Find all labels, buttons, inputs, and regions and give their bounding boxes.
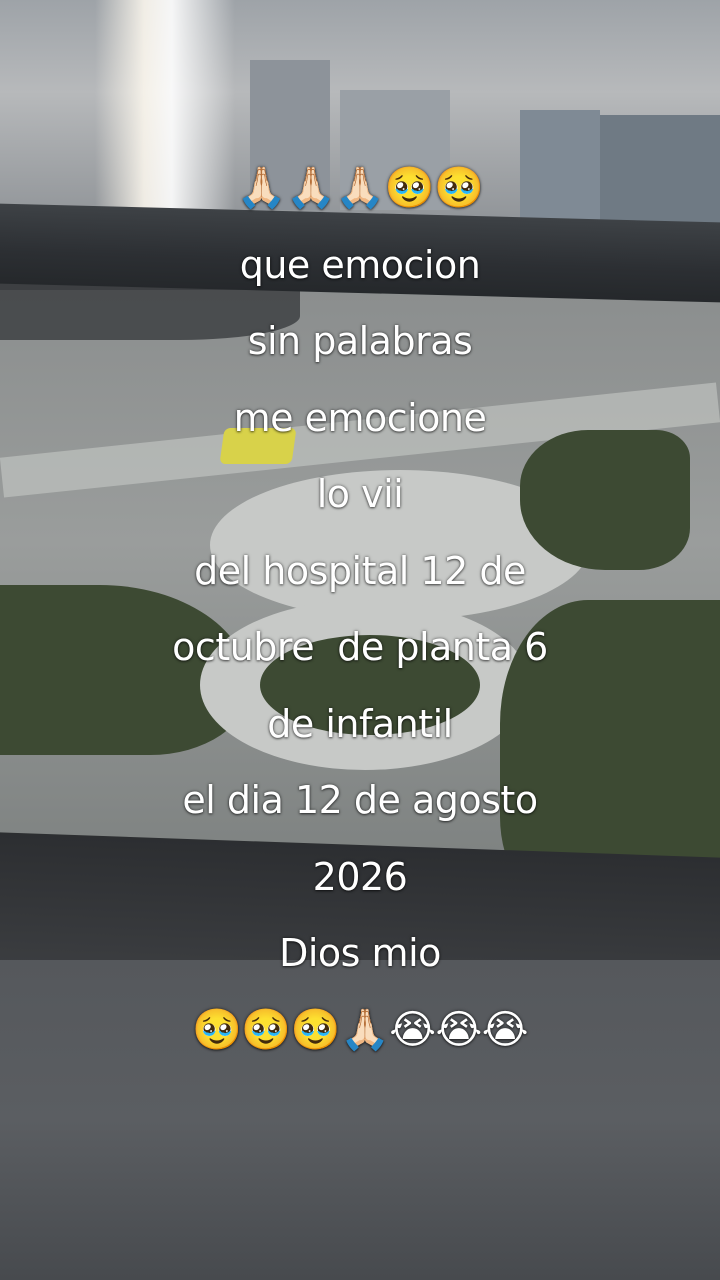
caption-line: del hospital 12 de — [194, 548, 526, 593]
caption-line: octubre de planta 6 — [172, 625, 548, 669]
caption-line: sin palabras — [247, 319, 473, 363]
caption-line: 🥹🥹🥹🙏🏻😭😭😭 — [192, 1006, 528, 1053]
caption-line: me emocione — [233, 395, 487, 440]
caption-line: Dios mio — [279, 931, 441, 975]
caption-line: de infantil — [267, 701, 453, 746]
caption-line: lo vii — [316, 472, 404, 516]
overlay-caption: 🙏🏻🙏🏻🙏🏻🥹🥹 que emocion sin palabras me emo… — [0, 150, 720, 1068]
caption-line: el dia 12 de agosto — [182, 778, 538, 822]
caption-line: que emocion — [239, 242, 481, 287]
caption-line: 2026 — [312, 854, 408, 899]
video-frame: 🙏🏻🙏🏻🙏🏻🥹🥹 que emocion sin palabras me emo… — [0, 0, 720, 1280]
caption-line: 🙏🏻🙏🏻🙏🏻🥹🥹 — [236, 165, 484, 211]
